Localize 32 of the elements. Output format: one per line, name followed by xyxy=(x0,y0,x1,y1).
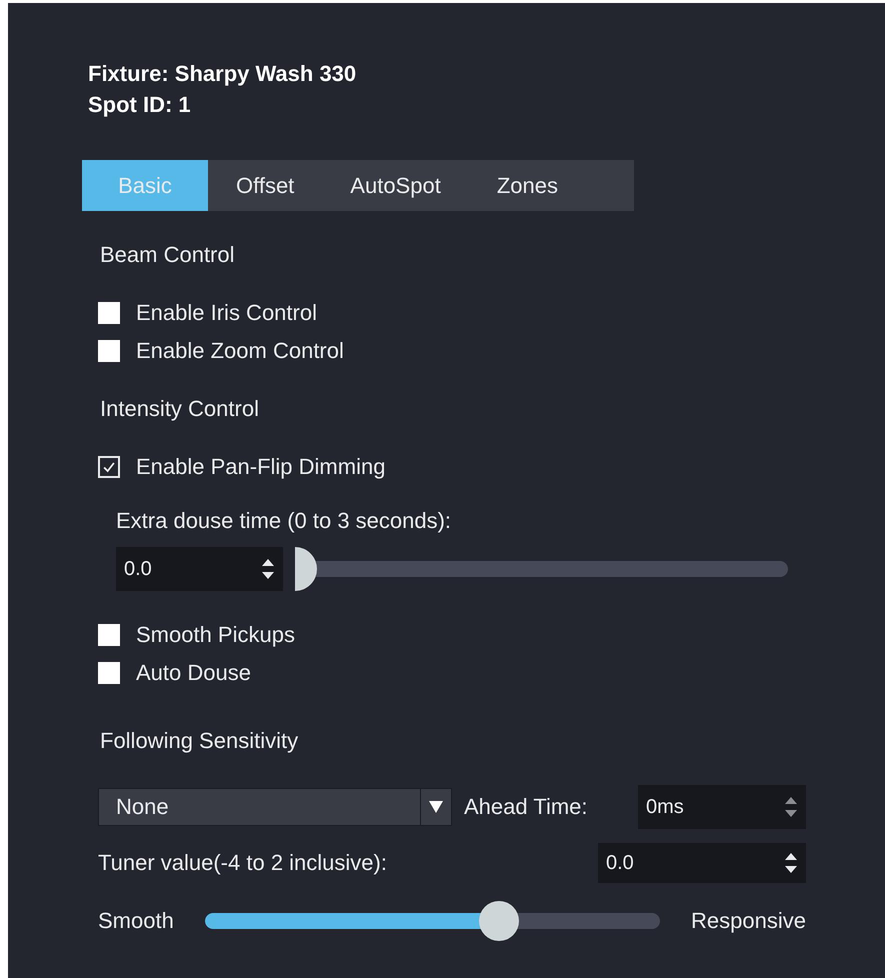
field-label: Extra douse time (0 to 3 seconds): xyxy=(116,507,452,535)
tab[interactable]: Offset xyxy=(208,160,322,211)
tab[interactable]: Zones xyxy=(468,160,586,211)
section-title: Beam Control xyxy=(100,241,236,269)
checkbox[interactable] xyxy=(98,624,120,646)
number-field[interactable]: 0ms xyxy=(638,785,806,829)
slider-thumb[interactable] xyxy=(478,901,519,941)
checkbox[interactable] xyxy=(98,340,120,362)
checkbox[interactable] xyxy=(98,456,120,478)
slider[interactable] xyxy=(204,901,660,941)
slider[interactable] xyxy=(295,547,788,591)
number-field[interactable]: 0.0 xyxy=(598,843,806,883)
checkbox[interactable] xyxy=(98,302,120,324)
checkbox[interactable] xyxy=(98,662,120,684)
tab[interactable]: AutoSpot xyxy=(322,160,469,211)
checkbox-label: Enable Pan-Flip Dimming xyxy=(136,454,386,480)
number-field[interactable]: 0.0 xyxy=(116,547,283,591)
section-title: Intensity Control xyxy=(100,395,260,423)
slider-min-label: Smooth xyxy=(98,908,174,934)
field-label: Tuner value(-4 to 2 inclusive): xyxy=(98,850,387,876)
section-title: Following Sensitivity xyxy=(100,727,300,755)
checkbox-label: Enable Zoom Control xyxy=(136,338,344,364)
slider-max-label: Responsive xyxy=(691,908,806,934)
checkbox-label: Smooth Pickups xyxy=(136,622,295,648)
field-label: Ahead Time: xyxy=(464,794,589,820)
checkbox-label: Enable Iris Control xyxy=(136,300,317,326)
fixture-name: Fixture: Sharpy Wash 330 xyxy=(88,60,358,88)
spot-id: Spot ID: 1 xyxy=(88,91,192,119)
checkbox-label: Auto Douse xyxy=(136,660,251,686)
slider-thumb[interactable] xyxy=(295,547,317,591)
dropdown-arrow-icon[interactable] xyxy=(429,801,443,813)
dropdown[interactable]: None xyxy=(98,788,452,826)
